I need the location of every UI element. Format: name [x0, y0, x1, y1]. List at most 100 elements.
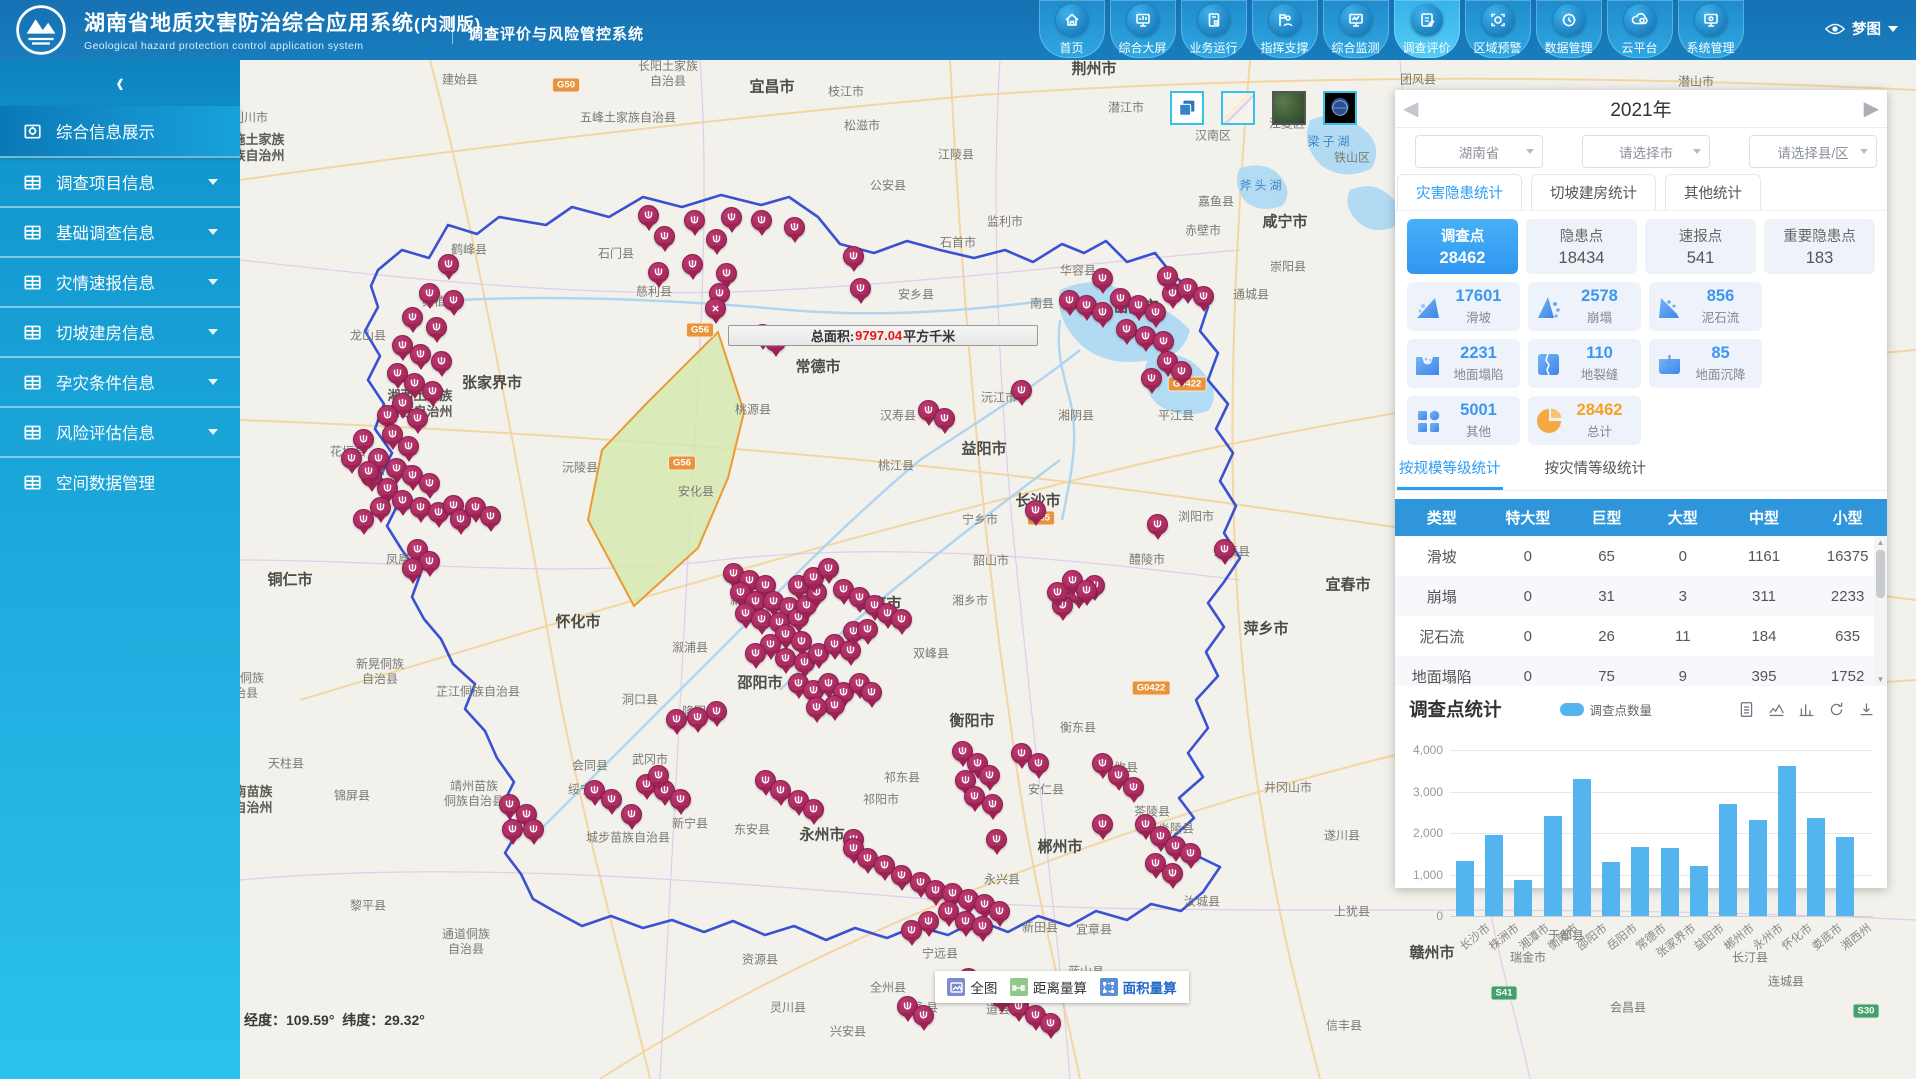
type-card-总计[interactable]: 28462总计 [1528, 396, 1641, 445]
sub-tab-1[interactable]: 按规模等级统计 [1397, 457, 1503, 490]
hazard-marker[interactable] [438, 254, 459, 275]
hazard-marker[interactable] [419, 283, 440, 304]
summary-card-3[interactable]: 速报点541 [1645, 219, 1756, 274]
table-body[interactable]: 滑坡0650116116375崩塌03133112233泥石流026111846… [1395, 536, 1887, 686]
hazard-marker[interactable] [775, 648, 796, 669]
hazard-marker[interactable] [407, 408, 428, 429]
hazard-marker[interactable] [891, 609, 912, 630]
hazard-marker[interactable] [648, 262, 669, 283]
type-card-地面塌陷[interactable]: 2231地面塌陷 [1407, 339, 1520, 388]
hazard-marker[interactable] [422, 381, 443, 402]
table-row[interactable]: 滑坡0650116116375 [1395, 536, 1887, 576]
bar-张家界市[interactable] [1661, 848, 1679, 916]
table-row[interactable]: 泥石流02611184635 [1395, 616, 1887, 656]
hazard-marker[interactable] [986, 829, 1007, 850]
hazard-marker[interactable] [1141, 368, 1162, 389]
bar-岳阳市[interactable] [1602, 862, 1620, 916]
region-select-2[interactable]: 请选择市 [1582, 135, 1710, 168]
hazard-marker[interactable] [1162, 863, 1183, 884]
nav-item-3[interactable]: 业务运行 [1181, 0, 1247, 58]
measure-close-marker[interactable] [705, 298, 726, 319]
bar-chart-icon[interactable] [1798, 701, 1815, 718]
bar-常德市[interactable] [1631, 847, 1649, 916]
year-next-button[interactable]: ▶ [1864, 96, 1879, 121]
data-view-icon[interactable] [1738, 701, 1755, 718]
hazard-marker[interactable] [377, 405, 398, 426]
sidebar-item-2[interactable]: 调查项目信息 [0, 156, 240, 206]
type-card-滑坡[interactable]: 17601滑坡 [1407, 282, 1520, 331]
hazard-marker[interactable] [523, 819, 544, 840]
hazard-marker[interactable] [1011, 380, 1032, 401]
region-select-3[interactable]: 请选择县/区 [1749, 135, 1877, 168]
type-card-泥石流[interactable]: 856泥石流 [1649, 282, 1762, 331]
bar-株洲市[interactable] [1485, 835, 1503, 916]
hazard-marker[interactable] [480, 506, 501, 527]
hazard-marker[interactable] [358, 461, 379, 482]
table-row[interactable]: 崩塌03133112233 [1395, 576, 1887, 616]
hazard-marker[interactable] [706, 701, 727, 722]
hazard-marker[interactable] [861, 682, 882, 703]
hazard-marker[interactable] [706, 229, 727, 250]
hazard-marker[interactable] [1076, 580, 1097, 601]
hazard-marker[interactable] [687, 707, 708, 728]
table-row[interactable]: 地面塌陷07593951752 [1395, 656, 1887, 686]
hazard-marker[interactable] [824, 695, 845, 716]
nav-item-1[interactable]: 首页 [1039, 0, 1105, 58]
sidebar-item-6[interactable]: 孕灾条件信息 [0, 356, 240, 406]
tab-3[interactable]: 其他统计 [1665, 174, 1761, 210]
bar-怀化市[interactable] [1778, 766, 1796, 916]
scrollbar-thumb[interactable] [1876, 550, 1885, 598]
hazard-marker[interactable] [751, 210, 772, 231]
hazard-marker[interactable] [850, 278, 871, 299]
nav-item-10[interactable]: 系统管理 [1678, 0, 1744, 58]
sidebar-item-7[interactable]: 风险评估信息 [0, 406, 240, 456]
hazard-marker[interactable] [979, 765, 1000, 786]
map-tool-距离量算[interactable]: 距离量算 [1010, 977, 1087, 997]
hazard-marker[interactable] [666, 709, 687, 730]
layers-button[interactable] [1170, 91, 1204, 125]
sidebar-item-5[interactable]: 切坡建房信息 [0, 306, 240, 356]
hazard-marker[interactable] [913, 1005, 934, 1026]
hazard-marker[interactable] [745, 643, 766, 664]
hazard-marker[interactable] [1025, 500, 1046, 521]
hazard-marker[interactable] [648, 765, 669, 786]
hazard-marker[interactable] [989, 901, 1010, 922]
hazard-marker[interactable] [1092, 268, 1113, 289]
hazard-marker[interactable] [1180, 843, 1201, 864]
summary-card-2[interactable]: 隐患点18434 [1526, 219, 1637, 274]
hazard-marker[interactable] [684, 210, 705, 231]
nav-item-5[interactable]: 综合监测 [1323, 0, 1389, 58]
sidebar-collapse-button[interactable]: ‹ [0, 60, 240, 106]
sub-tab-2[interactable]: 按灾情等级统计 [1543, 457, 1649, 490]
hazard-marker[interactable] [1092, 302, 1113, 323]
bar-益阳市[interactable] [1690, 866, 1708, 916]
hazard-marker[interactable] [721, 207, 742, 228]
hazard-marker[interactable] [1092, 814, 1113, 835]
hazard-marker[interactable] [806, 697, 827, 718]
refresh-icon[interactable] [1828, 701, 1845, 718]
hazard-marker[interactable] [353, 429, 374, 450]
tab-1[interactable]: 灾害隐患统计 [1397, 174, 1522, 210]
hazard-marker[interactable] [901, 920, 922, 941]
hazard-marker[interactable] [1040, 1013, 1061, 1034]
user-menu[interactable]: 梦图 [1825, 18, 1898, 39]
hazard-marker[interactable] [972, 916, 993, 937]
hazard-marker[interactable] [784, 217, 805, 238]
bar-邵阳市[interactable] [1573, 779, 1591, 916]
region-select-1[interactable]: 湖南省 [1415, 135, 1543, 168]
bar-湘潭市[interactable] [1514, 880, 1532, 916]
hazard-marker[interactable] [402, 558, 423, 579]
sidebar-item-3[interactable]: 基础调查信息 [0, 206, 240, 256]
hazard-marker[interactable] [1147, 514, 1168, 535]
hazard-marker[interactable] [410, 344, 431, 365]
bar-衡阳市[interactable] [1544, 816, 1562, 916]
hazard-marker[interactable] [891, 865, 912, 886]
hazard-marker[interactable] [398, 436, 419, 457]
hazard-marker[interactable] [1123, 777, 1144, 798]
selected-region-polygon[interactable] [588, 332, 744, 606]
hazard-marker[interactable] [843, 246, 864, 267]
hazard-marker[interactable] [1193, 286, 1214, 307]
hazard-marker[interactable] [1153, 331, 1174, 352]
hazard-marker[interactable] [803, 799, 824, 820]
hazard-marker[interactable] [601, 789, 622, 810]
